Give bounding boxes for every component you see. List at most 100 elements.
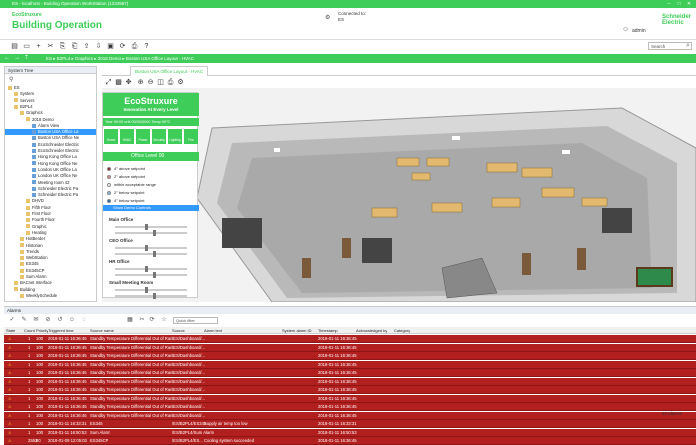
tree-item[interactable]: 2018 Demo bbox=[5, 117, 96, 123]
nav-power-button[interactable]: Power bbox=[136, 129, 150, 144]
pan-icon[interactable]: ✥ bbox=[124, 78, 133, 87]
tree-item[interactable]: Trends bbox=[5, 249, 96, 255]
user-name[interactable]: admin bbox=[632, 28, 646, 34]
import-icon[interactable]: ⇩ bbox=[94, 42, 103, 51]
column-header[interactable]: System alarm ID bbox=[282, 327, 312, 334]
slider-knob[interactable] bbox=[153, 230, 156, 236]
export-icon[interactable]: ⇪ bbox=[82, 42, 91, 51]
tree-item[interactable]: EcoSchneider Electric bbox=[5, 148, 96, 154]
alarm-row[interactable]: ⚠ 1 100 2018-01-11 16:36:45 Standby Temperat… bbox=[4, 352, 696, 360]
quick-filter-input[interactable]: Quick filter bbox=[173, 317, 218, 324]
tree-item[interactable]: Building bbox=[5, 287, 96, 293]
tree-item[interactable]: Graphic bbox=[5, 224, 96, 230]
room-slider[interactable] bbox=[115, 230, 187, 236]
user-icon[interactable]: ☺ bbox=[622, 26, 629, 33]
search-icon[interactable]: ⌕ bbox=[686, 42, 690, 50]
tree-item[interactable]: Schneider Electric Pa bbox=[5, 192, 96, 198]
copy-icon[interactable]: ⎘ bbox=[58, 42, 67, 51]
close-icon[interactable]: ✕ bbox=[684, 0, 694, 8]
alarm-row[interactable]: ⚠ 1 100 2018-01-11 16:36:45 Standby Temperat… bbox=[4, 360, 696, 369]
hide-icon[interactable]: ◌ bbox=[80, 316, 88, 324]
folder-icon[interactable]: ▭ bbox=[22, 42, 31, 51]
tree-item[interactable]: London UK Office Ne bbox=[5, 173, 96, 179]
alarm-row[interactable]: ⚠ 2553 80 2018-01-09 12:05:03 ES345CP/ES/B2P… bbox=[4, 437, 696, 445]
alarm-row[interactable]: ⚠ 1 100 2018-01-11 16:36:45 Standby Temperat… bbox=[4, 343, 696, 352]
add-icon[interactable]: + bbox=[34, 42, 43, 51]
alarm-row[interactable]: ⚠ 1 100 2018-01-11 16:33:31 ES345/ES/B2PL4/E… bbox=[4, 420, 696, 428]
tree-item[interactable]: WeeklySchedule bbox=[5, 293, 96, 299]
alarm-row[interactable]: ⚠ 1 100 2018-01-11 16:36:45 Standby Temperat… bbox=[4, 411, 696, 420]
column-header[interactable]: State bbox=[6, 327, 15, 334]
maximize-icon[interactable]: □ bbox=[674, 0, 684, 8]
tree-item[interactable]: B2PL4 bbox=[5, 104, 96, 110]
cut-icon[interactable]: ✂ bbox=[46, 42, 55, 51]
tree-item[interactable]: London UK Office La bbox=[5, 167, 96, 173]
assign-icon[interactable]: ☺ bbox=[68, 316, 76, 324]
nav-fire-button[interactable]: Fire bbox=[184, 129, 198, 144]
column-header[interactable]: Priority bbox=[36, 327, 48, 334]
nav-lighting-button[interactable]: Lighting bbox=[168, 129, 182, 144]
tree-item[interactable]: EcoSchneider Electric bbox=[5, 142, 96, 148]
demo-controls-toggle[interactable]: Show Demo Controls bbox=[103, 205, 199, 211]
tree-item[interactable]: Fifth Floor bbox=[5, 205, 96, 211]
column-header[interactable]: Timestamp bbox=[318, 327, 338, 334]
print-icon[interactable]: ⎙ bbox=[130, 42, 139, 51]
star-icon[interactable]: ☆ bbox=[160, 316, 168, 324]
columns-icon[interactable]: ▦ bbox=[126, 316, 134, 324]
tree-item[interactable]: Fourth Floor bbox=[5, 217, 96, 223]
paste-icon[interactable]: ⎗ bbox=[70, 42, 79, 51]
alarm-row[interactable]: ⚠ 1 100 2018-01-11 16:36:45 Standby Temperat… bbox=[4, 394, 696, 403]
tree-item[interactable]: Meeting room 42 bbox=[5, 180, 96, 186]
column-header[interactable]: Alarm text bbox=[204, 327, 222, 334]
save-icon[interactable]: ▣ bbox=[106, 42, 115, 51]
tree-item[interactable]: Boston USA Office La bbox=[5, 129, 96, 136]
filter-icon[interactable]: ⚲ bbox=[9, 76, 13, 83]
disable-icon[interactable]: ⊘ bbox=[44, 316, 52, 324]
zoom-in-icon[interactable]: ⊕ bbox=[136, 78, 145, 87]
tree-item[interactable]: ES bbox=[5, 85, 96, 91]
select-icon[interactable]: ▩ bbox=[114, 78, 123, 87]
tree-item[interactable]: First Floor bbox=[5, 211, 96, 217]
tree-item[interactable]: Hong Kong Office Ne bbox=[5, 161, 96, 167]
up-icon[interactable]: ⇡ bbox=[24, 54, 29, 63]
refresh-icon[interactable]: ⟳ bbox=[118, 42, 127, 51]
column-header[interactable]: Source name bbox=[90, 327, 114, 334]
column-header[interactable]: Triggered time bbox=[48, 327, 74, 334]
alarm-row[interactable]: ⚠ 1 100 2018-01-11 16:36:45 Standby Temperat… bbox=[4, 377, 696, 386]
column-header[interactable]: Source bbox=[172, 327, 185, 334]
room-slider[interactable] bbox=[115, 293, 187, 299]
tree-item[interactable]: HotBerder bbox=[5, 236, 96, 242]
tree-item[interactable]: Heating bbox=[5, 230, 96, 236]
minimize-icon[interactable]: – bbox=[664, 0, 674, 8]
slider-knob[interactable] bbox=[153, 251, 156, 257]
nav-hvac-button[interactable]: HVAC bbox=[120, 129, 134, 144]
alarm-row[interactable]: ⚠ 1 100 2018-01-11 16:36:45 Standby Temperat… bbox=[4, 386, 696, 394]
alarm-row[interactable]: ⚠ 1 100 2018-01-11 16:50:53 Sum Alarm/ES/B2P… bbox=[4, 428, 696, 437]
column-header[interactable]: Acknowledged by bbox=[356, 327, 387, 334]
zoom-out-icon[interactable]: ⊖ bbox=[146, 78, 155, 87]
tab-boston-hvac[interactable]: Boston USA Office Layout - HVAC bbox=[130, 66, 209, 76]
help-icon[interactable]: ? bbox=[142, 42, 151, 51]
room-slider[interactable] bbox=[115, 272, 187, 278]
column-header[interactable]: Category bbox=[394, 327, 410, 334]
layout-icon[interactable]: ▤ bbox=[10, 42, 19, 51]
slider-knob[interactable] bbox=[153, 293, 156, 299]
refresh-alarms-icon[interactable]: ⟳ bbox=[148, 316, 156, 324]
nav-security-button[interactable]: Security bbox=[152, 129, 166, 144]
layers-icon[interactable]: ◫ bbox=[156, 78, 165, 87]
tree-item[interactable]: Schneider Electric Pa bbox=[5, 186, 96, 192]
tree-item[interactable]: BACnet Interface bbox=[5, 280, 96, 286]
alarm-row[interactable]: ⚠ 1 100 2018-01-11 16:36:45 Standby Temperat… bbox=[4, 403, 696, 411]
alarm-row[interactable]: ⚠ 1 100 2018-01-11 16:36:45 Standby Temperat… bbox=[4, 335, 696, 343]
tree-item[interactable]: Historian bbox=[5, 243, 96, 249]
back-icon[interactable]: ← bbox=[4, 54, 10, 63]
tree-item[interactable]: Servers bbox=[5, 98, 96, 104]
tree-item[interactable]: WebStation bbox=[5, 255, 96, 261]
settings-icon[interactable]: ⚙ bbox=[176, 78, 185, 87]
tree-item[interactable]: Graphics bbox=[5, 110, 96, 116]
breadcrumb[interactable]: ES ▸ B2PL4 ▸ Graphics ▸ 2018 Demo ▸ Bost… bbox=[46, 54, 194, 63]
slider-knob[interactable] bbox=[153, 272, 156, 278]
tree-item[interactable]: ES345 bbox=[5, 261, 96, 267]
acknowledge-icon[interactable]: ✓ bbox=[8, 316, 16, 324]
zoom-fit-icon[interactable]: ⤢ bbox=[104, 78, 113, 87]
